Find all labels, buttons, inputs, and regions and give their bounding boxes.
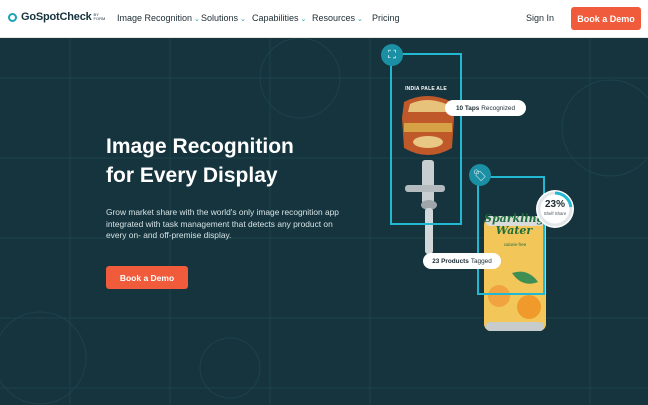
shelf-share-label: Shelf Share bbox=[543, 211, 567, 216]
shelf-share-gauge: 23% Shelf Share bbox=[536, 190, 574, 228]
tag-icon: 🏷 bbox=[469, 164, 491, 186]
shelf-share-percent: 23% bbox=[544, 199, 565, 210]
expand-icon: ⛶ bbox=[381, 44, 403, 66]
can-detection-box bbox=[477, 176, 545, 295]
products-tagged-badge: 23 Products Tagged bbox=[423, 253, 501, 269]
taps-recognized-badge: 10 Taps Recognized bbox=[445, 100, 526, 116]
tap-detection-box bbox=[390, 53, 462, 225]
